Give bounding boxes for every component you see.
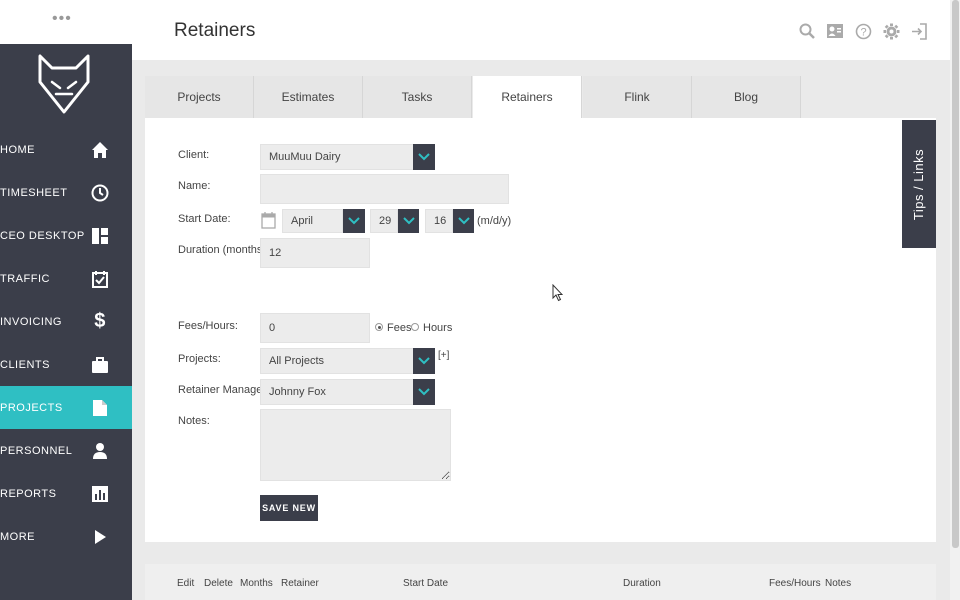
help-icon[interactable]: ? xyxy=(854,22,872,40)
sidebar-item-label: HOME xyxy=(0,143,35,156)
fees-hours-input[interactable]: 0 xyxy=(260,313,370,343)
bar-chart-icon xyxy=(90,484,110,504)
client-dropdown-button[interactable] xyxy=(413,144,435,170)
column-header-retainer[interactable]: Retainer xyxy=(281,578,319,589)
sidebar-item-invoicing[interactable]: INVOICING $ xyxy=(0,300,132,343)
top-header: Retainers ? xyxy=(132,0,950,60)
add-project-link[interactable]: [+] xyxy=(438,350,449,361)
name-input[interactable] xyxy=(260,174,509,204)
duration-input[interactable]: 12 xyxy=(260,238,370,268)
contact-card-icon[interactable] xyxy=(826,22,844,40)
client-label: Client: xyxy=(178,149,210,161)
retainers-table-header: Edit Delete Months Retainer Start Date D… xyxy=(145,564,936,600)
month-dropdown-button[interactable] xyxy=(343,209,365,233)
calendar-check-icon xyxy=(90,269,110,289)
chevron-down-icon xyxy=(418,357,430,365)
sidebar-item-personnel[interactable]: PERSONNEL xyxy=(0,429,132,472)
tab-tasks[interactable]: Tasks xyxy=(363,76,472,118)
retainer-manager-select[interactable]: Johnny Fox xyxy=(260,379,414,405)
tab-projects[interactable]: Projects xyxy=(145,76,254,118)
sidebar-item-reports[interactable]: REPORTS xyxy=(0,472,132,515)
client-select[interactable]: MuuMuu Dairy xyxy=(260,144,414,170)
hours-radio-label: Hours xyxy=(423,322,453,334)
chevron-down-icon xyxy=(402,217,415,225)
clock-icon xyxy=(90,183,110,203)
day-dropdown-button[interactable] xyxy=(398,209,419,233)
column-header-months[interactable]: Months xyxy=(240,578,273,589)
sidebar-item-traffic[interactable]: TRAFFIC xyxy=(0,257,132,300)
column-header-delete[interactable]: Delete xyxy=(204,578,233,589)
page-title: Retainers xyxy=(174,20,256,41)
sidebar-header: ••• xyxy=(0,0,132,44)
scrollbar-thumb[interactable] xyxy=(952,0,959,548)
home-icon xyxy=(90,140,110,160)
retainer-manager-label: Retainer Manager: xyxy=(178,384,270,396)
svg-text:?: ? xyxy=(860,26,866,38)
more-dots-icon[interactable]: ••• xyxy=(52,10,72,28)
projects-dropdown-button[interactable] xyxy=(413,348,435,374)
sidebar-item-timesheet[interactable]: TIMESHEET xyxy=(0,171,132,214)
dollar-icon: $ xyxy=(94,310,106,332)
sidebar-item-label: TRAFFIC xyxy=(0,272,50,285)
chevron-down-icon xyxy=(418,153,430,161)
sidebar-item-label: PERSONNEL xyxy=(0,444,73,457)
sidebar-item-more[interactable]: MORE xyxy=(0,515,132,558)
column-header-duration[interactable]: Duration xyxy=(623,578,661,589)
briefcase-icon xyxy=(90,355,110,375)
notes-textarea[interactable] xyxy=(260,409,451,481)
gear-icon[interactable] xyxy=(882,22,900,40)
search-icon[interactable] xyxy=(798,22,816,40)
column-header-notes[interactable]: Notes xyxy=(825,578,851,589)
sidebar-item-label: TIMESHEET xyxy=(0,186,68,199)
save-new-button[interactable]: SAVE NEW xyxy=(260,495,318,521)
fees-radio-label: Fees xyxy=(387,322,412,334)
tab-blog[interactable]: Blog xyxy=(692,76,801,118)
month-select[interactable]: April xyxy=(282,209,343,233)
play-icon xyxy=(90,527,110,547)
tab-estimates[interactable]: Estimates xyxy=(254,76,363,118)
tips-links-label: Tips / Links xyxy=(911,148,927,220)
document-icon xyxy=(90,398,110,418)
start-date-label: Start Date: xyxy=(178,213,231,225)
sidebar-item-label: MORE xyxy=(0,530,35,543)
dashboard-icon xyxy=(90,226,110,246)
tab-flink[interactable]: Flink xyxy=(583,76,692,118)
day-select[interactable]: 29 xyxy=(370,209,398,233)
calendar-icon[interactable] xyxy=(261,211,276,234)
retainer-manager-dropdown-button[interactable] xyxy=(413,379,435,405)
column-header-start-date[interactable]: Start Date xyxy=(403,578,448,589)
date-format-hint: (m/d/y) xyxy=(477,215,512,227)
chevron-down-icon xyxy=(348,217,360,225)
tab-retainers[interactable]: Retainers xyxy=(473,76,582,118)
sidebar-item-label: PROJECTS xyxy=(0,401,63,414)
year-dropdown-button[interactable] xyxy=(453,209,474,233)
column-header-fees-hours[interactable]: Fees/Hours xyxy=(769,578,821,589)
notes-label: Notes: xyxy=(178,415,210,427)
chevron-down-icon xyxy=(418,388,430,396)
person-icon xyxy=(90,441,110,461)
fox-logo xyxy=(38,54,90,114)
chevron-down-icon xyxy=(457,217,470,225)
name-label: Name: xyxy=(178,180,211,192)
sidebar-item-label: INVOICING xyxy=(0,315,62,328)
sidebar-item-label: CLIENTS xyxy=(0,358,50,371)
sidebar-item-label: CEO DESKTOP xyxy=(0,229,85,242)
tips-links-tab[interactable]: Tips / Links xyxy=(902,120,936,248)
sidebar-item-clients[interactable]: CLIENTS xyxy=(0,343,132,386)
year-select[interactable]: 16 xyxy=(425,209,453,233)
sidebar-item-ceo-desktop[interactable]: CEO DESKTOP xyxy=(0,214,132,257)
mouse-cursor-icon xyxy=(552,284,563,302)
sidebar-item-label: REPORTS xyxy=(0,487,57,500)
sidebar-item-projects[interactable]: PROJECTS xyxy=(0,386,132,429)
hours-radio[interactable] xyxy=(411,323,419,331)
fees-radio[interactable] xyxy=(375,323,383,331)
projects-label: Projects: xyxy=(178,353,221,365)
logout-icon[interactable] xyxy=(910,22,928,40)
duration-label: Duration (months): xyxy=(178,244,270,256)
column-header-edit[interactable]: Edit xyxy=(177,578,194,589)
sidebar-item-home[interactable]: HOME xyxy=(0,128,132,171)
fees-hours-label: Fees/Hours: xyxy=(178,320,238,332)
page-scrollbar[interactable] xyxy=(950,0,960,600)
projects-select[interactable]: All Projects xyxy=(260,348,414,374)
